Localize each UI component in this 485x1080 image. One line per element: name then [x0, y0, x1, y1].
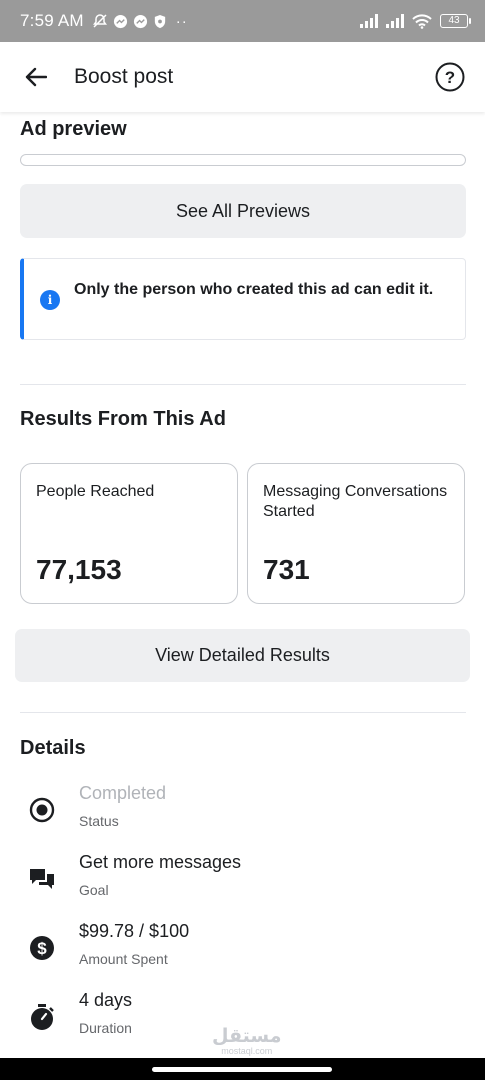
ad-preview-title: Ad preview: [20, 118, 127, 140]
shield-icon: [154, 14, 165, 28]
dollar-icon: $: [28, 934, 56, 962]
stopwatch-icon: [28, 1003, 56, 1031]
detail-goal: Get more messages Goal: [0, 852, 485, 912]
watermark-arabic: مستقل: [212, 1026, 282, 1047]
stat-value: 731: [263, 554, 310, 585]
stat-label: People Reached: [36, 483, 155, 500]
detail-value: $99.78 / $100: [79, 921, 190, 941]
detail-value: 4 days: [79, 990, 133, 1010]
home-gesture-handle[interactable]: [152, 1067, 332, 1072]
details-title: Details: [20, 737, 86, 759]
help-icon: ?: [435, 62, 465, 92]
back-button[interactable]: [16, 57, 56, 97]
more-dots-icon: ··: [175, 12, 188, 30]
radio-selected-icon: [28, 796, 56, 824]
signal-icon: [386, 14, 404, 28]
stat-value: 77,153: [36, 554, 122, 585]
ad-preview-frame: [20, 154, 466, 166]
watermark: مستقل mostaql.com: [212, 1026, 282, 1056]
mute-icon: [92, 14, 107, 28]
view-detailed-results-button[interactable]: View Detailed Results: [15, 629, 470, 682]
detail-label: Amount Spent: [79, 951, 168, 967]
detail-label: Status: [79, 813, 119, 829]
watermark-domain: mostaql.com: [221, 1046, 273, 1056]
detail-amount-spent: $ $99.78 / $100 Amount Spent: [0, 921, 485, 981]
wifi-icon: [412, 13, 432, 29]
detail-value: Get more messages: [79, 852, 242, 872]
chat-bubbles-icon: [28, 865, 56, 893]
detail-status: Completed Status: [0, 783, 485, 843]
stat-label: Messaging Conversations Started: [263, 483, 448, 520]
messenger-icon: [133, 14, 147, 28]
edit-permission-notice: i Only the person who created this ad ca…: [20, 258, 466, 340]
system-nav-bar: [0, 1058, 485, 1080]
divider: [20, 384, 466, 385]
battery-level: 43: [440, 14, 468, 28]
arrow-left-icon: [25, 67, 47, 87]
messenger-icon: [113, 14, 127, 28]
svg-text:$: $: [37, 939, 47, 958]
see-all-previews-button[interactable]: See All Previews: [20, 184, 466, 238]
status-time: 7:59 AM: [20, 11, 84, 30]
help-symbol: ?: [445, 68, 455, 87]
help-button[interactable]: ?: [434, 61, 466, 93]
messaging-conversations-card[interactable]: Messaging Conversations Started 731: [247, 463, 465, 604]
app-header: Boost post ?: [0, 42, 485, 112]
detail-label: Duration: [79, 1020, 132, 1036]
battery-icon: 43: [440, 14, 471, 28]
signal-icon: [360, 14, 378, 28]
info-icon: i: [40, 290, 60, 310]
people-reached-card[interactable]: People Reached 77,153: [20, 463, 238, 604]
status-bar: 7:59 AM ·· 43: [0, 0, 485, 42]
detail-value: Completed: [79, 783, 167, 803]
page-title: Boost post: [74, 65, 174, 88]
results-title: Results From This Ad: [20, 408, 226, 430]
notice-text: Only the person who created this ad can …: [74, 281, 434, 298]
detail-label: Goal: [79, 882, 109, 898]
divider: [20, 712, 466, 713]
